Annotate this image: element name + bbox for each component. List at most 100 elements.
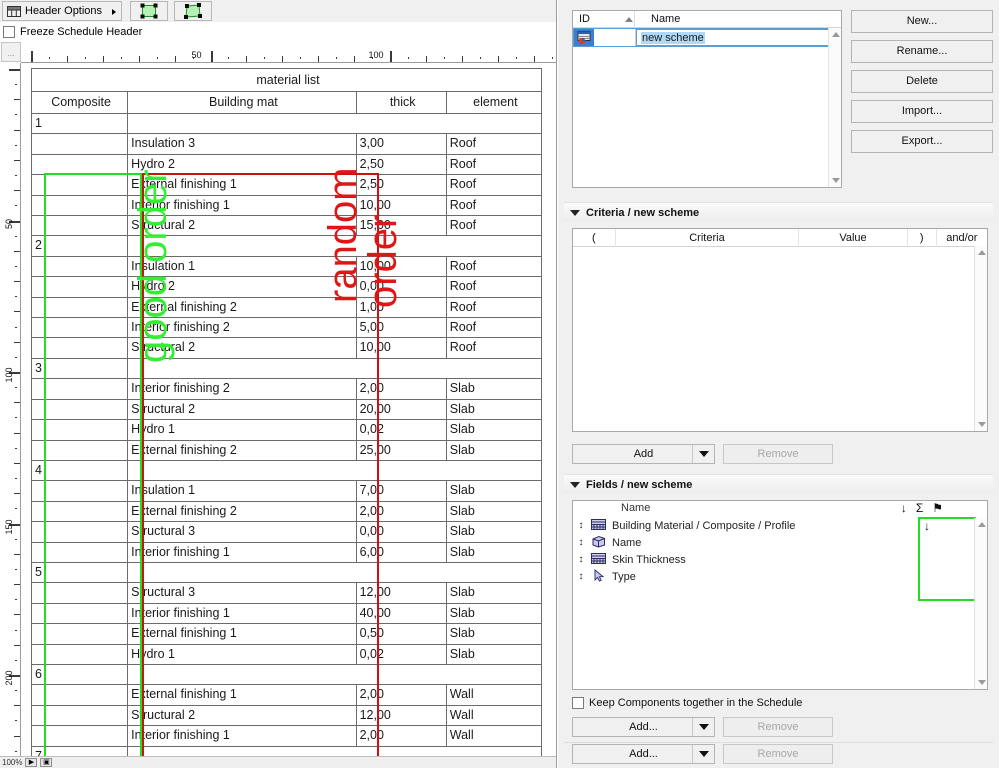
composite-cell[interactable] — [30, 398, 129, 421]
element-cell[interactable]: Slab — [445, 378, 543, 400]
column-header-1[interactable]: Building mat — [127, 91, 357, 114]
schedule-group-row[interactable]: 6 — [30, 663, 542, 686]
element-cell[interactable]: Wall — [445, 725, 543, 747]
building-material-cell[interactable]: Interior finishing 1 — [127, 725, 357, 747]
composite-cell[interactable] — [30, 276, 129, 298]
element-cell[interactable]: Roof — [445, 255, 543, 278]
group-blank-cell[interactable] — [127, 561, 542, 584]
schedule-title-cell[interactable]: material list — [31, 68, 542, 92]
horizontal-ruler[interactable]: 50 100 — [21, 42, 556, 63]
element-cell[interactable]: Roof — [445, 215, 543, 237]
thickness-cell[interactable]: 40,00 — [355, 602, 447, 625]
scheme-list-scrollbar[interactable] — [828, 28, 841, 187]
element-cell[interactable]: Wall — [445, 704, 543, 727]
criteria-col-value[interactable]: Value — [799, 229, 908, 247]
scheme-list[interactable]: ID Name new scheme — [572, 10, 842, 188]
thickness-cell[interactable]: 20,00 — [355, 398, 447, 421]
scheme-row-name-editor[interactable]: new scheme — [636, 29, 840, 46]
table-row[interactable]: Insulation 3 3,00 Roof — [30, 133, 543, 155]
fields-add-button[interactable]: Add... — [572, 717, 715, 737]
composite-cell[interactable] — [30, 174, 129, 196]
table-row[interactable]: External finishing 1 0,50 Slab — [30, 623, 543, 645]
thickness-cell[interactable]: 1,00 — [355, 296, 447, 319]
building-material-cell[interactable]: Structural 3 — [127, 521, 357, 543]
table-row[interactable]: Hydro 2 0,00 Roof — [30, 276, 543, 298]
scroll-up-icon[interactable] — [978, 522, 986, 527]
scheme-row-id[interactable] — [594, 29, 636, 46]
group-id-cell[interactable]: 1 — [30, 112, 129, 135]
schedule-table[interactable]: material list Composite Building mat thick e… — [30, 68, 543, 768]
building-material-cell[interactable]: Hydro 1 — [127, 643, 357, 665]
thickness-cell[interactable]: 12,00 — [355, 582, 447, 604]
schedule-group-row[interactable]: 1 — [30, 112, 542, 135]
drag-handle-icon[interactable]: ↕ — [577, 554, 585, 565]
drag-handle-icon[interactable]: ↕ — [577, 520, 585, 531]
composite-cell[interactable] — [30, 133, 129, 155]
vertical-ruler[interactable]: 50 100 150 200 — [0, 63, 21, 768]
group-id-cell[interactable]: 5 — [30, 561, 129, 584]
schedule-group-row[interactable]: 3 — [30, 357, 542, 380]
element-cell[interactable]: Roof — [445, 317, 543, 339]
fit-view-button[interactable]: ▣ — [40, 758, 53, 767]
composite-cell[interactable] — [30, 521, 129, 543]
thickness-cell[interactable]: 2,50 — [355, 174, 447, 196]
criteria-scrollbar[interactable] — [974, 246, 987, 431]
element-cell[interactable]: Slab — [445, 521, 543, 543]
flag-icon[interactable]: ⚑ — [932, 501, 943, 515]
thickness-cell[interactable]: 12,00 — [355, 704, 447, 727]
table-row[interactable]: Hydro 1 0,02 Slab — [30, 419, 543, 441]
schedule-group-row[interactable]: 5 — [30, 561, 542, 584]
building-material-cell[interactable]: External finishing 2 — [127, 439, 357, 461]
element-cell[interactable]: Slab — [445, 623, 543, 645]
thickness-cell[interactable]: 0,00 — [355, 521, 447, 543]
sort-arrow-down-icon[interactable]: ↓ — [901, 501, 907, 515]
thickness-cell[interactable]: 2,00 — [355, 725, 447, 747]
thickness-cell[interactable]: 0,00 — [355, 276, 447, 298]
building-material-cell[interactable]: Hydro 2 — [127, 276, 357, 298]
table-row[interactable]: Interior finishing 1 40,00 Slab — [30, 602, 543, 625]
element-cell[interactable]: Roof — [445, 337, 543, 359]
criteria-remove-button[interactable]: Remove — [723, 444, 833, 464]
fields-add-dropdown[interactable] — [692, 718, 714, 736]
schedule-group-row[interactable]: 2 — [30, 235, 542, 257]
composite-cell[interactable] — [30, 602, 129, 625]
table-row[interactable]: Interior finishing 1 10,00 Roof — [30, 194, 543, 217]
criteria-col-close-paren[interactable]: ) — [908, 229, 937, 247]
thickness-cell[interactable]: 10,00 — [355, 337, 447, 359]
group-id-cell[interactable]: 4 — [30, 459, 129, 482]
secondary-remove-button[interactable]: Remove — [723, 744, 833, 764]
element-cell[interactable]: Slab — [445, 541, 543, 563]
building-material-cell[interactable]: Structural 2 — [127, 215, 357, 237]
building-material-cell[interactable]: Interior finishing 2 — [127, 317, 357, 339]
building-material-cell[interactable]: Structural 3 — [127, 582, 357, 604]
criteria-section-header[interactable]: Criteria / new scheme — [564, 202, 993, 222]
building-material-cell[interactable]: External finishing 2 — [127, 500, 357, 523]
column-header-name[interactable]: Name — [635, 11, 841, 28]
element-cell[interactable]: Slab — [445, 480, 543, 502]
building-material-cell[interactable]: External finishing 2 — [127, 296, 357, 319]
column-header-id[interactable]: ID — [573, 10, 635, 28]
thickness-cell[interactable]: 15,00 — [355, 215, 447, 237]
element-cell[interactable]: Slab — [445, 419, 543, 441]
criteria-add-dropdown[interactable] — [692, 445, 714, 463]
secondary-add-button[interactable]: Add... — [572, 744, 715, 764]
table-row[interactable]: Structural 2 15,00 Roof — [30, 215, 543, 237]
zoom-level-label[interactable]: 100% — [2, 758, 22, 767]
element-cell[interactable]: Slab — [445, 398, 543, 421]
group-id-cell[interactable]: 3 — [30, 357, 129, 380]
group-blank-cell[interactable] — [127, 235, 542, 257]
composite-cell[interactable] — [30, 480, 129, 502]
column-header-3[interactable]: element — [445, 91, 543, 114]
building-material-cell[interactable]: External finishing 1 — [127, 684, 357, 706]
composite-cell[interactable] — [30, 194, 129, 217]
composite-cell[interactable] — [30, 439, 129, 461]
table-row[interactable]: Insulation 1 10,00 Roof — [30, 255, 543, 278]
ruler-corner-button[interactable]: ... — [1, 42, 21, 62]
table-row[interactable]: Structural 2 20,00 Slab — [30, 398, 543, 421]
element-cell[interactable]: Roof — [445, 296, 543, 319]
scroll-up-icon[interactable] — [832, 32, 840, 37]
table-row[interactable]: Insulation 1 7,00 Slab — [30, 480, 543, 502]
table-row[interactable]: External finishing 2 25,00 Slab — [30, 439, 543, 461]
group-id-cell[interactable]: 2 — [30, 235, 129, 257]
composite-cell[interactable] — [30, 704, 129, 727]
